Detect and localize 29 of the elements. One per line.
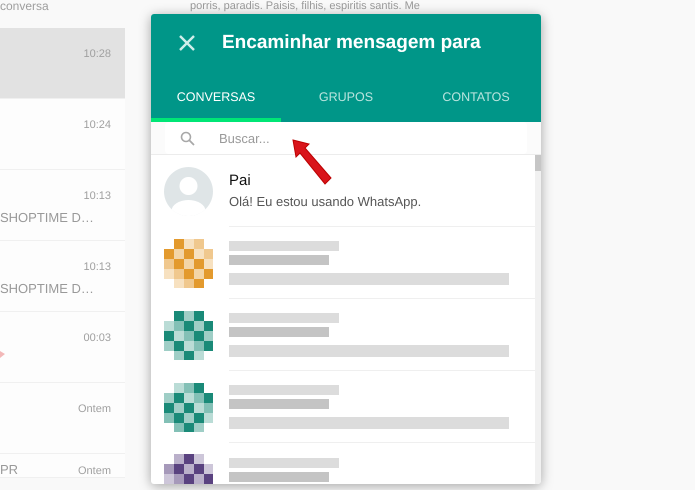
chat-row[interactable]: 10:13 SHOPTIME D…: [0, 170, 125, 241]
contact-name: Pai: [229, 172, 252, 189]
message-preview-text: porris, paradis. Paisis, filhis, espiritis santis. Me: [190, 0, 420, 13]
chat-time: 00:03: [83, 332, 111, 344]
chat-time: 10:13: [83, 190, 111, 202]
chat-time: 10:24: [83, 119, 111, 131]
contact-status: Olá! Eu estou usando WhatsApp.: [229, 194, 422, 209]
chat-time: Ontem: [78, 403, 111, 415]
chat-snippet: SHOPTIME D…: [0, 210, 95, 225]
search-field[interactable]: Buscar...: [165, 122, 527, 154]
chat-time: 10:13: [83, 261, 111, 273]
chat-row[interactable]: 10:13 SHOPTIME D…: [0, 241, 125, 312]
chat-time: Ontem: [78, 465, 111, 477]
chat-row[interactable]: 10:28: [0, 28, 125, 99]
chat-row[interactable]: 00:03: [0, 312, 125, 383]
scrollbar[interactable]: [535, 155, 541, 484]
chat-row[interactable]: 10:24: [0, 99, 125, 170]
close-button[interactable]: [178, 34, 196, 52]
search-icon: [180, 131, 195, 146]
chat-snippet: conversa: [0, 0, 49, 13]
close-icon: [178, 34, 196, 52]
tab[interactable]: CONTATOS: [411, 71, 541, 122]
chat-snippet: SHOPTIME D…: [0, 281, 95, 296]
chat-snippet: PR: [0, 462, 18, 477]
chat-row[interactable]: PR Ontem: [0, 454, 125, 478]
chat-time: 10:28: [83, 48, 111, 60]
chat-row[interactable]: Ontem: [0, 383, 125, 454]
dialog-title: Encaminhar mensagem para: [222, 32, 481, 54]
tab[interactable]: GRUPOS: [281, 71, 411, 122]
